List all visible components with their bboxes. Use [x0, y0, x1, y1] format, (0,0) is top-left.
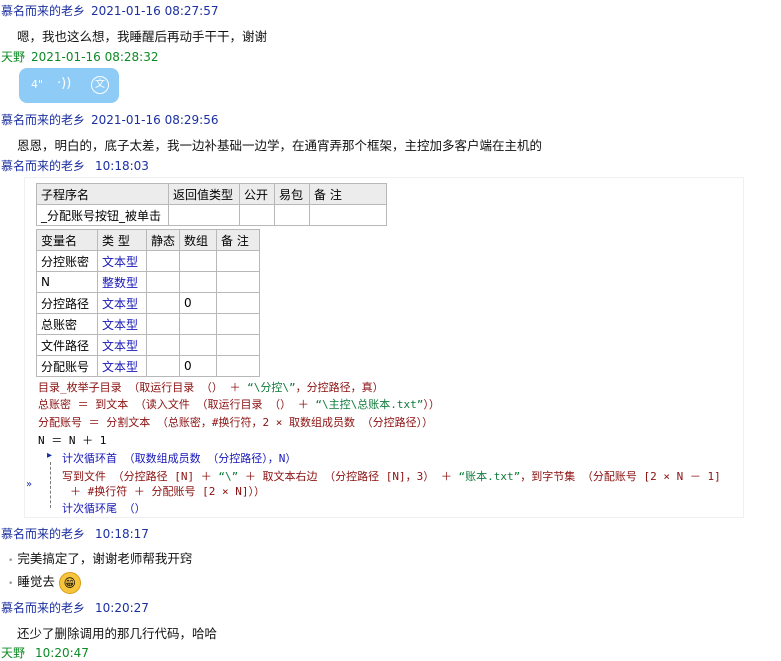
- code-line: N ＝ N ＋ 1: [38, 434, 107, 447]
- voice-message-bubble[interactable]: 4" ·)) 文: [19, 68, 119, 103]
- message-header: 慕名而来的老乡 2021-01-16 08:29:56: [1, 111, 218, 128]
- timestamp: 10:18:03: [95, 159, 149, 173]
- var-static: [146, 355, 180, 377]
- var-array: [179, 271, 217, 293]
- var-static: [146, 250, 180, 272]
- table-row: 文件路径 文本型: [36, 334, 260, 356]
- var-name: 分配账号: [36, 355, 98, 377]
- table-row: 分配账号 文本型 0: [36, 355, 260, 377]
- var-name: 总账密: [36, 313, 98, 335]
- message-header: 慕名而来的老乡 10:20:27: [1, 599, 149, 616]
- var-array: [179, 250, 217, 272]
- code-line: ＋ #换行符 ＋ 分配账号 [2 × N]））: [70, 485, 265, 498]
- code-line: 写到文件 （分控路径 [N] ＋ “\” ＋ 取文本右边 （分控路径 [N]，3…: [62, 470, 721, 483]
- var-static: [146, 271, 180, 293]
- var-type: 文本型: [97, 355, 147, 377]
- col-header: 备 注: [216, 229, 260, 251]
- message-header: 慕名而来的老乡 10:18:03: [1, 157, 149, 174]
- message-text: • 完美搞定了，谢谢老师帮我开窍: [8, 551, 193, 566]
- var-static: [146, 334, 180, 356]
- message-header: 慕名而来的老乡 2021-01-16 08:27:57: [1, 2, 218, 19]
- timestamp: 2021-01-16 08:27:57: [91, 4, 219, 18]
- var-array: 0: [179, 292, 217, 314]
- variable-table: 变量名 类 型 静态 数组 备 注 分控账密 文本型 N 整数型 分控路径 文本…: [36, 229, 260, 377]
- loop-start-arrow-icon: ▸: [47, 450, 53, 461]
- col-header: 易包: [274, 183, 310, 205]
- var-type: 文本型: [97, 250, 147, 272]
- var-note: [216, 355, 260, 377]
- message-header: 天野 10:20:47: [1, 644, 89, 661]
- sender-name[interactable]: 慕名而来的老乡: [1, 4, 85, 18]
- table-cell: [168, 204, 240, 226]
- var-static: [146, 313, 180, 335]
- message-text: 嗯，我也这么想，我睡醒后再动手干干，谢谢: [17, 29, 268, 44]
- code-line: 计次循环尾 （）: [62, 502, 146, 515]
- table-row: 分控路径 文本型 0: [36, 292, 260, 314]
- code-screenshot[interactable]: 子程序名 返回值类型 公开 易包 备 注 _分配账号按钮_被单击 变量名 类 型…: [24, 177, 744, 518]
- col-header: 公开: [239, 183, 275, 205]
- timestamp: 10:18:17: [95, 527, 149, 541]
- loop-guide-line: [50, 462, 51, 508]
- message-text: 恩恩，明白的，底子太差，我一边补基础一边学，在通宵弄那个框架，主控加多客户端在主…: [17, 138, 543, 153]
- grin-emoji-icon: 😁: [58, 571, 81, 594]
- code-line: 分配账号 ＝ 分割文本 （总账密，#换行符，2 × 取数组成员数 （分控路径））: [38, 416, 434, 429]
- var-type: 文本型: [97, 292, 147, 314]
- subroutine-table: 子程序名 返回值类型 公开 易包 备 注 _分配账号按钮_被单击: [36, 183, 387, 226]
- table-row: 总账密 文本型: [36, 313, 260, 335]
- code-line: 总账密 ＝ 到文本 （读入文件 （取运行目录 （） ＋ “\主控\总账本.txt…: [38, 398, 440, 411]
- var-note: [216, 334, 260, 356]
- code-line: 计次循环首 （取数组成员数 （分控路径），N）: [62, 452, 297, 465]
- timestamp: 2021-01-16 08:28:32: [31, 50, 159, 64]
- var-name: 分控账密: [36, 250, 98, 272]
- var-type: 整数型: [97, 271, 147, 293]
- sender-name[interactable]: 慕名而来的老乡: [1, 159, 85, 173]
- table-row: 分控账密 文本型: [36, 250, 260, 272]
- table-cell: [309, 204, 387, 226]
- var-name: N: [36, 271, 98, 293]
- var-name: 分控路径: [36, 292, 98, 314]
- table-cell: _分配账号按钮_被单击: [36, 204, 169, 226]
- timestamp: 2021-01-16 08:29:56: [91, 113, 219, 127]
- sender-name[interactable]: 慕名而来的老乡: [1, 113, 85, 127]
- var-note: [216, 313, 260, 335]
- var-note: [216, 292, 260, 314]
- message-header: 天野 2021-01-16 08:28:32: [1, 48, 158, 65]
- col-header: 备 注: [309, 183, 387, 205]
- table-row: N 整数型: [36, 271, 260, 293]
- col-header: 变量名: [36, 229, 98, 251]
- var-note: [216, 271, 260, 293]
- var-note: [216, 250, 260, 272]
- col-header: 子程序名: [36, 183, 169, 205]
- table-cell: [274, 204, 310, 226]
- message-text: • 睡觉去 😁: [8, 571, 81, 594]
- col-header: 数组: [179, 229, 217, 251]
- message-header: 慕名而来的老乡 10:18:17: [1, 525, 149, 542]
- sender-name[interactable]: 天野: [1, 646, 25, 660]
- var-array: [179, 334, 217, 356]
- var-type: 文本型: [97, 313, 147, 335]
- sender-name[interactable]: 慕名而来的老乡: [1, 601, 85, 615]
- bullet-dot-icon: •: [8, 556, 14, 566]
- var-type: 文本型: [97, 334, 147, 356]
- voice-duration: 4": [31, 78, 44, 91]
- var-array: [179, 313, 217, 335]
- var-static: [146, 292, 180, 314]
- current-line-marker-icon: »: [26, 479, 33, 490]
- timestamp: 10:20:47: [35, 646, 89, 660]
- code-line: 目录_枚举子目录 （取运行目录 （） ＋ “\分控\”，分控路径，真）: [38, 381, 384, 394]
- sender-name[interactable]: 天野: [1, 50, 25, 64]
- col-header: 静态: [146, 229, 180, 251]
- col-header: 返回值类型: [168, 183, 240, 205]
- sender-name[interactable]: 慕名而来的老乡: [1, 527, 85, 541]
- message-text: 还少了删除调用的那几行代码，哈哈: [17, 626, 218, 641]
- table-cell: [239, 204, 275, 226]
- col-header: 类 型: [97, 229, 147, 251]
- bullet-dot-icon: •: [8, 579, 14, 589]
- sound-wave-icon: ·)): [57, 76, 72, 91]
- translate-icon[interactable]: 文: [91, 76, 109, 94]
- var-name: 文件路径: [36, 334, 98, 356]
- timestamp: 10:20:27: [95, 601, 149, 615]
- var-array: 0: [179, 355, 217, 377]
